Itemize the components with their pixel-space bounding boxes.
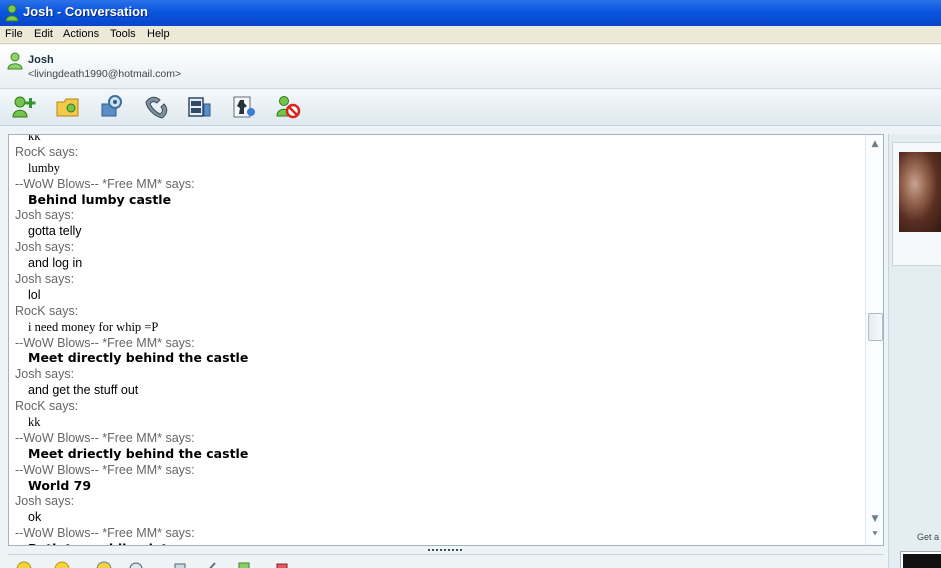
menu-edit[interactable]: Edit: [34, 28, 53, 40]
message-sender: Josh says:: [15, 272, 75, 287]
scroll-up-icon[interactable]: ▲: [869, 138, 881, 150]
background-icon[interactable]: [202, 560, 218, 568]
webcam-icon: [101, 95, 122, 117]
toolbar: [0, 90, 941, 126]
gift-icon[interactable]: [274, 560, 290, 568]
messenger-buddy-icon: [5, 4, 19, 22]
message-sender: RocK says:: [15, 144, 79, 159]
message-sender: RocK says:: [15, 303, 79, 318]
activities-icon: [188, 97, 211, 117]
contact-status-icon: [7, 52, 23, 70]
menu-help[interactable]: Help: [147, 28, 170, 40]
message-sender: --WoW Blows-- *Free MM* says:: [15, 462, 195, 477]
games-icon: [233, 96, 255, 118]
emoticon-icon[interactable]: [16, 560, 32, 568]
menu-bar: File Edit Actions Tools Help: [0, 26, 941, 44]
message-text: kk: [28, 415, 41, 430]
display-picture-panel: Get a: [888, 134, 941, 568]
nudge-icon[interactable]: [96, 560, 112, 568]
message-text: and log in: [28, 256, 83, 271]
contact-email: <livingdeath1990@hotmail.com>: [28, 68, 182, 80]
scroll-down-icon[interactable]: ▼: [869, 513, 881, 525]
menu-file[interactable]: File: [5, 28, 23, 40]
message-sender: --WoW Blows-- *Free MM* says:: [15, 526, 195, 541]
title-bar[interactable]: Josh - Conversation: [0, 0, 941, 26]
wink-icon[interactable]: [54, 560, 70, 568]
menu-actions[interactable]: Actions: [63, 28, 99, 40]
message-text: kk: [28, 134, 41, 143]
contact-name: Josh: [28, 54, 54, 66]
message-text: ok: [28, 510, 42, 525]
message-text: i need money for whip =P: [28, 319, 159, 334]
menu-tools[interactable]: Tools: [110, 28, 136, 40]
window-title: Josh - Conversation: [23, 4, 148, 19]
send-files-icon: [56, 98, 79, 117]
invite-contact-button[interactable]: [10, 94, 38, 120]
block-button[interactable]: [274, 94, 302, 120]
formatting-toolbar: [8, 554, 884, 568]
voice-clip-icon[interactable]: [128, 560, 144, 568]
games-button[interactable]: [230, 94, 258, 120]
resize-grip[interactable]: [428, 549, 462, 553]
message-text: Both to weddin plat: [15, 541, 855, 545]
font-icon[interactable]: [172, 560, 188, 568]
contact-display-picture: [899, 152, 941, 232]
webcam-button[interactable]: [98, 94, 126, 120]
block-icon: [276, 96, 301, 119]
contact-header: Josh <livingdeath1990@hotmail.com>: [0, 45, 941, 89]
message-text: Meet driectly behind the castle: [28, 445, 249, 461]
conversation-scrollbar[interactable]: ▲ ▼ ⯆: [865, 135, 883, 545]
send-files-button[interactable]: [54, 94, 82, 120]
ad-text[interactable]: Get a: [917, 532, 939, 542]
message-sender: --WoW Blows-- *Free MM* says:: [15, 176, 195, 191]
call-icon: [145, 96, 168, 119]
scroll-end-icon[interactable]: ⯆: [869, 529, 881, 541]
message-text: Behind lumby castle: [28, 191, 172, 207]
message-text: Meet directly behind the castle: [28, 350, 249, 366]
message-sender: --WoW Blows-- *Free MM* says:: [15, 335, 195, 350]
message-list: kk RocK says: lumby --WoW Blows-- *Free MM*…: [15, 134, 855, 545]
message-sender: Josh says:: [15, 367, 75, 382]
message-text: and get the stuff out: [28, 383, 139, 398]
message-sender: RocK says:: [15, 399, 79, 414]
my-display-picture[interactable]: [901, 552, 941, 568]
handwriting-icon[interactable]: [236, 560, 252, 568]
message-text: lumby: [28, 160, 60, 175]
activities-button[interactable]: [186, 94, 214, 120]
call-button[interactable]: [142, 94, 170, 120]
invite-contact-icon: [12, 96, 36, 118]
scroll-thumb[interactable]: [868, 313, 883, 341]
message-sender: Josh says:: [15, 208, 75, 223]
message-text: World 79: [28, 477, 92, 493]
message-sender: Josh says:: [15, 494, 75, 509]
message-text: lol: [28, 287, 41, 302]
conversation-history[interactable]: kk RocK says: lumby --WoW Blows-- *Free MM*…: [8, 134, 884, 546]
message-text: gotta telly: [28, 224, 82, 239]
message-sender: --WoW Blows-- *Free MM* says:: [15, 430, 195, 445]
message-sender: Josh says:: [15, 240, 75, 255]
